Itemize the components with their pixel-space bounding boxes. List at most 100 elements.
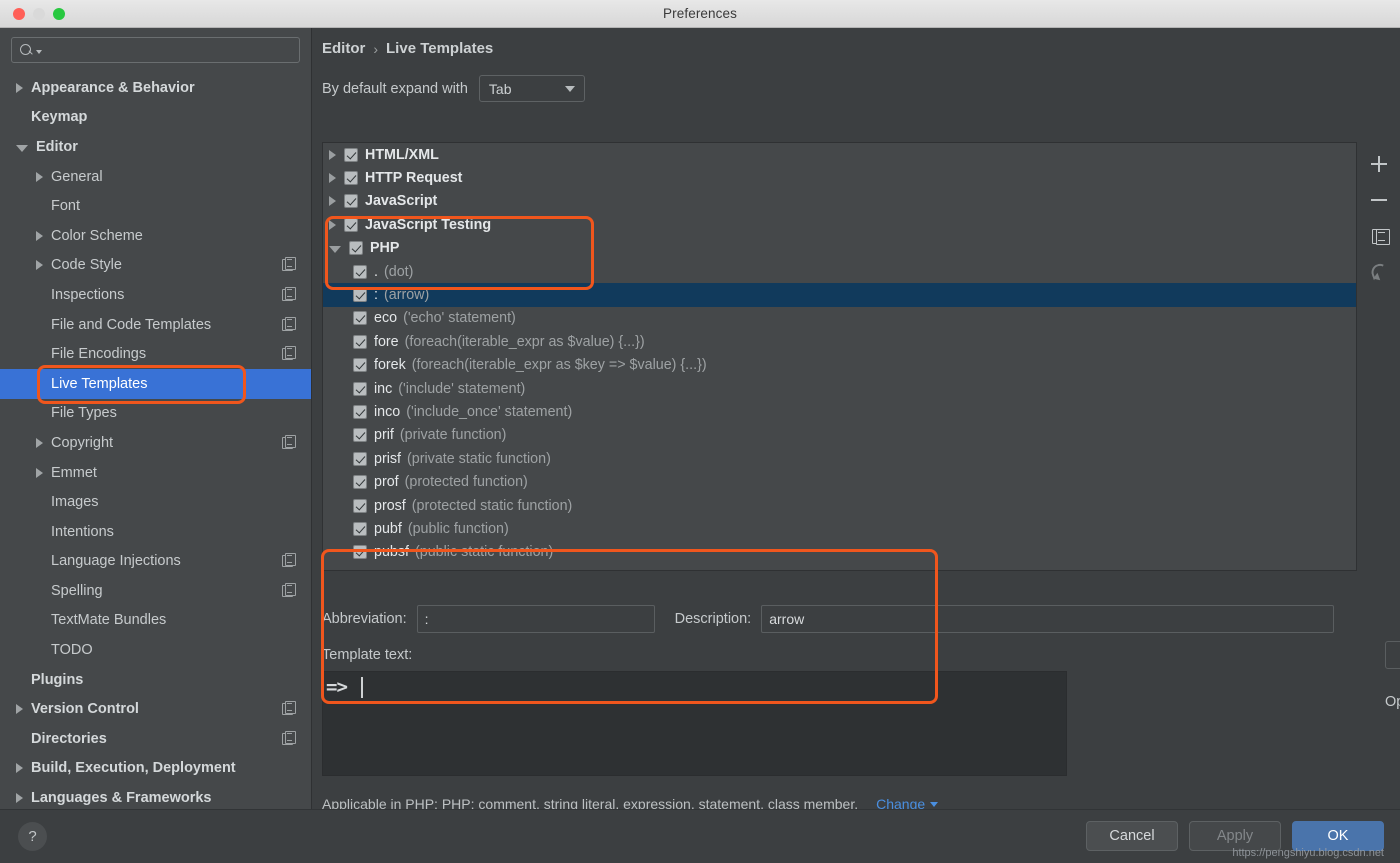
template-enabled-checkbox[interactable] (349, 241, 363, 256)
template-enabled-checkbox[interactable] (353, 451, 367, 466)
sidebar-item-textmate-bundles[interactable]: TextMate Bundles (0, 606, 311, 636)
template-row[interactable]: fore (foreach(iterable_expr as $value) {.… (323, 330, 1356, 353)
copy-settings-icon[interactable] (282, 730, 296, 745)
add-template-button[interactable] (1369, 154, 1389, 174)
sidebar-item-live-templates[interactable]: Live Templates (0, 368, 311, 399)
chevron-right-icon[interactable] (329, 196, 336, 207)
template-enabled-checkbox[interactable] (344, 194, 358, 209)
copy-settings-icon[interactable] (282, 701, 296, 716)
chevron-right-icon[interactable] (36, 230, 43, 241)
template-row[interactable]: prof (protected function) (323, 470, 1356, 493)
chevron-right-icon[interactable] (329, 149, 336, 160)
template-row[interactable]: pubsf (public static function) (323, 541, 1356, 564)
sidebar-item-general[interactable]: General (0, 162, 311, 192)
template-enabled-checkbox[interactable] (353, 358, 367, 373)
chevron-right-icon[interactable] (36, 467, 43, 478)
revert-template-icon[interactable] (1368, 261, 1390, 281)
chevron-down-icon[interactable] (329, 246, 341, 254)
template-row[interactable]: inco ('include_once' statement) (323, 400, 1356, 423)
description-input[interactable] (761, 605, 1335, 633)
edit-variables-button[interactable]: Edit variables (1385, 641, 1400, 669)
sidebar-item-language-injections[interactable]: Language Injections (0, 547, 311, 577)
template-enabled-checkbox[interactable] (353, 264, 367, 279)
remove-template-button[interactable] (1369, 190, 1389, 210)
template-group-row[interactable]: HTTP Request (323, 166, 1356, 189)
chevron-right-icon[interactable] (16, 763, 23, 774)
chevron-right-icon[interactable] (36, 260, 43, 271)
template-enabled-checkbox[interactable] (353, 334, 367, 349)
template-group-row[interactable]: JavaScript Testing (323, 213, 1356, 236)
template-text-editor[interactable]: => (322, 671, 1067, 776)
chevron-right-icon[interactable] (36, 437, 43, 448)
template-enabled-checkbox[interactable] (344, 171, 358, 186)
search-input[interactable] (42, 42, 299, 58)
copy-settings-icon[interactable] (282, 286, 296, 301)
sidebar-item-file-encodings[interactable]: File Encodings (0, 339, 311, 369)
template-group-row[interactable]: HTML/XML (323, 143, 1356, 166)
chevron-down-icon[interactable] (16, 144, 28, 152)
sidebar-item-code-style[interactable]: Code Style (0, 251, 311, 281)
template-enabled-checkbox[interactable] (353, 404, 367, 419)
default-expand-dropdown[interactable]: Tab (478, 75, 585, 102)
chevron-right-icon[interactable] (329, 173, 336, 184)
template-enabled-checkbox[interactable] (353, 428, 367, 443)
sidebar-item-keymap[interactable]: Keymap (0, 103, 311, 133)
sidebar-item-inspections[interactable]: Inspections (0, 280, 311, 310)
copy-settings-icon[interactable] (282, 316, 296, 331)
cancel-button[interactable]: Cancel (1086, 821, 1178, 851)
template-enabled-checkbox[interactable] (353, 521, 367, 536)
copy-settings-icon[interactable] (282, 582, 296, 597)
sidebar-item-emmet[interactable]: Emmet (0, 458, 311, 488)
sidebar-item-file-types[interactable]: File Types (0, 399, 311, 429)
template-row[interactable]: : (arrow) (323, 283, 1356, 307)
copy-settings-icon[interactable] (282, 434, 296, 449)
sidebar-item-intentions[interactable]: Intentions (0, 517, 311, 547)
sidebar-item-images[interactable]: Images (0, 487, 311, 517)
sidebar-item-font[interactable]: Font (0, 191, 311, 221)
chevron-right-icon[interactable] (16, 704, 23, 715)
sidebar-item-plugins[interactable]: Plugins (0, 665, 311, 695)
sidebar-item-appearance-behavior[interactable]: Appearance & Behavior (0, 73, 311, 103)
sidebar-item-languages-frameworks[interactable]: Languages & Frameworks (0, 783, 311, 809)
template-row[interactable]: prif (private function) (323, 424, 1356, 447)
template-enabled-checkbox[interactable] (353, 498, 367, 513)
copy-settings-icon[interactable] (282, 257, 296, 272)
help-button[interactable]: ? (18, 822, 47, 851)
template-row[interactable]: prisf (private static function) (323, 447, 1356, 470)
template-enabled-checkbox[interactable] (353, 381, 367, 396)
sidebar-item-directories[interactable]: Directories (0, 724, 311, 754)
sidebar-item-file-and-code-templates[interactable]: File and Code Templates (0, 310, 311, 340)
sidebar-item-spelling[interactable]: Spelling (0, 576, 311, 606)
template-enabled-checkbox[interactable] (353, 475, 367, 490)
template-enabled-checkbox[interactable] (353, 545, 367, 560)
chevron-right-icon[interactable] (36, 171, 43, 182)
copy-settings-icon[interactable] (282, 553, 296, 568)
template-row[interactable]: prosf (protected static function) (323, 494, 1356, 517)
chevron-right-icon[interactable] (16, 793, 23, 804)
template-row[interactable]: eco ('echo' statement) (323, 307, 1356, 330)
abbreviation-input[interactable] (416, 605, 655, 633)
template-row[interactable]: inc ('include' statement) (323, 377, 1356, 400)
breadcrumb-parent[interactable]: Editor (322, 40, 365, 57)
sidebar-item-copyright[interactable]: Copyright (0, 428, 311, 458)
template-enabled-checkbox[interactable] (344, 217, 358, 232)
copy-settings-icon[interactable] (282, 346, 296, 361)
sidebar-item-editor[interactable]: Editor (0, 132, 311, 162)
template-list[interactable]: HTML/XML HTTP Request JavaScript JavaScript… (322, 142, 1357, 571)
template-group-row[interactable]: PHP (323, 237, 1356, 260)
template-enabled-checkbox[interactable] (353, 288, 367, 303)
sidebar-item-version-control[interactable]: Version Control (0, 694, 311, 724)
sidebar-item-color-scheme[interactable]: Color Scheme (0, 221, 311, 251)
template-row[interactable]: pubf (public function) (323, 517, 1356, 540)
template-row[interactable]: . (dot) (323, 260, 1356, 283)
sidebar-item-build-execution-deployment[interactable]: Build, Execution, Deployment (0, 754, 311, 784)
chevron-right-icon[interactable] (16, 82, 23, 93)
chevron-right-icon[interactable] (329, 219, 336, 230)
search-box[interactable] (11, 37, 300, 63)
reformat-row[interactable]: Reformat according to style (1385, 761, 1400, 777)
template-enabled-checkbox[interactable] (353, 311, 367, 326)
template-enabled-checkbox[interactable] (344, 147, 358, 162)
template-row[interactable]: forek (foreach(iterable_expr as $key => $… (323, 354, 1356, 377)
sidebar-item-todo[interactable]: TODO (0, 635, 311, 665)
template-group-row[interactable]: JavaScript (323, 190, 1356, 213)
